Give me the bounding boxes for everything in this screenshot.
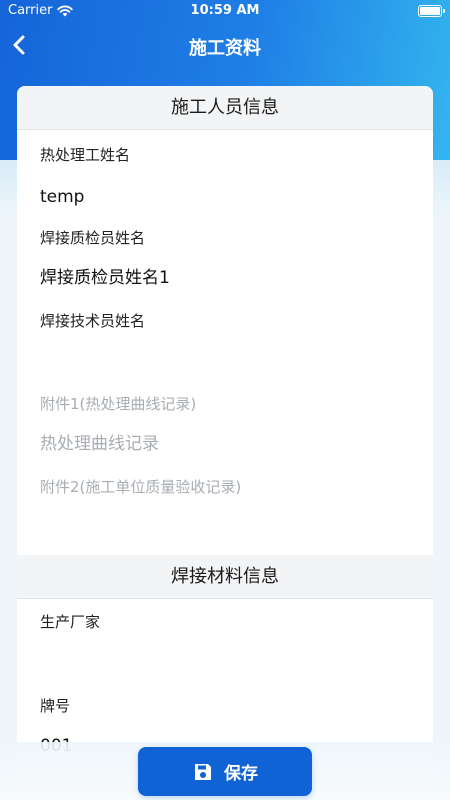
save-icon [195, 763, 211, 780]
field-label: 焊接质检员姓名 [40, 229, 146, 247]
field-value[interactable] [40, 650, 433, 674]
field-value[interactable]: 焊接质检员姓名1 [40, 266, 433, 290]
field-label: 焊接技术员姓名 [40, 312, 146, 330]
field-value[interactable] [40, 349, 433, 373]
field-attachment-1[interactable]: 附件1(热处理曲线记录) 热处理曲线记录 [17, 394, 433, 456]
field-value[interactable] [40, 515, 433, 539]
status-time: 10:59 AM [190, 3, 260, 18]
field-welding-technician[interactable]: 焊接技术员姓名 [17, 311, 433, 373]
field-label: 附件1(热处理曲线记录) [40, 395, 197, 413]
page-title: 施工资料 [189, 38, 261, 59]
form-card: 施工人员信息 热处理工姓名 temp 焊接质检员姓名 焊接质检员姓名1 焊接技术… [17, 86, 433, 800]
field-label: 热处理工姓名 [40, 146, 131, 164]
save-button[interactable]: 保存 [138, 747, 312, 796]
field-label: 牌号 [40, 697, 71, 715]
status-bar: Carrier 10:59 AM [0, 0, 450, 22]
field-label: 生产厂家 [40, 613, 101, 631]
field-label: 附件2(施工单位质量验收记录) [40, 478, 242, 496]
field-welding-inspector[interactable]: 焊接质检员姓名 焊接质检员姓名1 [17, 228, 433, 290]
battery-icon [418, 5, 445, 17]
save-button-label: 保存 [224, 764, 258, 784]
field-value[interactable]: 热处理曲线记录 [40, 432, 433, 456]
section-header-personnel: 施工人员信息 [17, 86, 433, 130]
field-manufacturer[interactable]: 生产厂家 [17, 612, 433, 674]
navigation-bar: 施工资料 [0, 22, 450, 68]
field-heat-treatment-worker[interactable]: 热处理工姓名 temp [17, 145, 433, 209]
section-header-materials: 焊接材料信息 [17, 555, 433, 599]
field-value[interactable]: temp [40, 185, 433, 209]
field-attachment-2[interactable]: 附件2(施工单位质量验收记录) [17, 477, 433, 539]
